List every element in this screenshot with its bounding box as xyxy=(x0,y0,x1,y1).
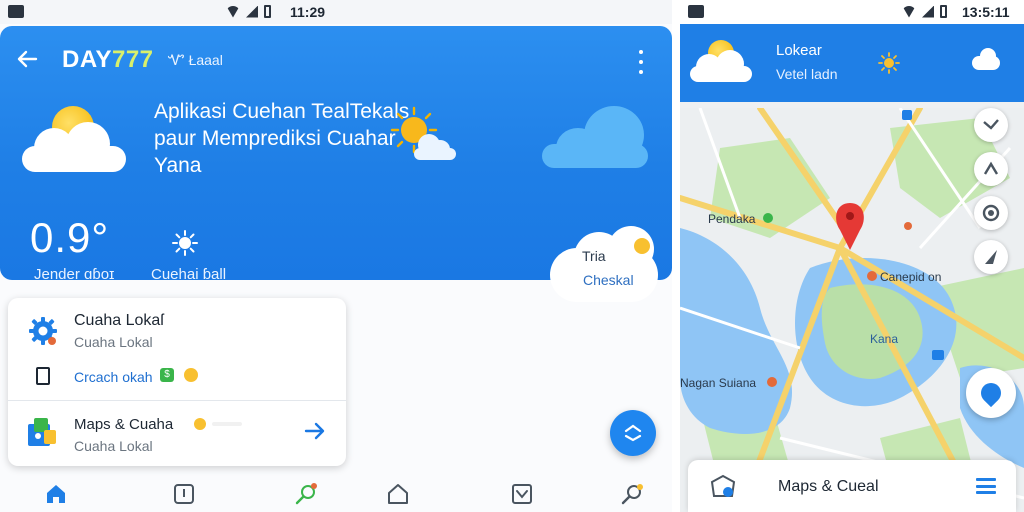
sun-icon xyxy=(634,238,650,254)
menu-icon[interactable] xyxy=(976,478,996,494)
status-time: 13:5:11 xyxy=(962,4,1010,20)
screen: 11:29 DAY777 Ꮙ Łaaal Aplikasi Cuehan Tea… xyxy=(0,0,1024,512)
map-layer-button[interactable] xyxy=(974,108,1008,142)
temperature-label: Jender ɑɓoɪ xyxy=(34,266,115,283)
bottom-navigation xyxy=(0,472,672,512)
divider xyxy=(8,400,346,401)
map-navigate-button[interactable] xyxy=(974,240,1008,274)
status-bar: 11:29 xyxy=(0,0,672,24)
status-bar: 13:5:11 xyxy=(680,0,1024,24)
swap-fab-button[interactable] xyxy=(610,410,656,456)
map-view[interactable]: Pendaka Canepid on Kana Nagan Suiana xyxy=(680,108,1024,512)
info-icon[interactable] xyxy=(172,482,196,506)
sun-icon xyxy=(172,230,198,256)
map-label-nagan: Nagan Suiana xyxy=(680,376,757,390)
tray-icon xyxy=(710,474,736,497)
wifi-icon xyxy=(226,5,240,18)
mail-icon xyxy=(688,5,704,18)
map-label-canepidon: Canepid on xyxy=(880,270,942,284)
mail-icon xyxy=(8,5,24,18)
location-title: Lokear xyxy=(776,42,822,59)
location-search-icon[interactable] xyxy=(620,482,644,506)
sun-icon xyxy=(878,52,900,74)
row-subtitle: Cuaha Lokal xyxy=(74,334,153,350)
partly-cloudy-icon xyxy=(22,106,128,172)
home-icon[interactable] xyxy=(44,482,68,506)
map-label-pendaka: Pendaka xyxy=(708,212,756,226)
status-time: 11:29 xyxy=(290,4,326,20)
temperature: 0.9° xyxy=(30,214,110,261)
weather-header: DAY777 Ꮙ Łaaal Aplikasi Cuehan TealTekal… xyxy=(0,26,672,302)
map-screen: 13:5:11 Lokear Vetel ladn Pendaka Canepi… xyxy=(680,0,1024,512)
cloud-icon xyxy=(540,106,650,168)
location-subtitle: Vetel ladn xyxy=(776,66,838,82)
map-header: Lokear Vetel ladn xyxy=(680,24,1024,102)
arrow-left-icon[interactable] xyxy=(16,48,38,77)
battery-icon xyxy=(940,5,947,18)
sun-cloud-icon xyxy=(390,106,460,162)
map-label-kana: Kana xyxy=(870,332,899,346)
battery-icon xyxy=(264,5,271,18)
cloud-icon[interactable] xyxy=(972,48,1002,70)
sun-icon xyxy=(184,368,198,382)
map-locate-button[interactable] xyxy=(974,196,1008,230)
app-subtitle: Ꮙ Łaaal xyxy=(168,52,223,68)
row-title[interactable]: Maps & Cuaha xyxy=(74,416,173,433)
download-icon[interactable] xyxy=(510,482,534,506)
more-vert-icon[interactable] xyxy=(636,50,646,74)
headline: Aplikasi Cuehan TealTekals paur Mempredi… xyxy=(154,100,410,177)
app-title: DAY777 xyxy=(62,46,154,73)
condition-label: Cuehai ɓall xyxy=(151,266,227,283)
maps-label[interactable]: Maps & Cueal xyxy=(778,478,879,496)
search-icon[interactable] xyxy=(294,482,318,506)
badge-icon: $ xyxy=(160,368,174,382)
map-share-button[interactable] xyxy=(974,152,1008,186)
weather-screen: 11:29 DAY777 Ꮙ Łaaal Aplikasi Cuehan Tea… xyxy=(0,0,672,512)
map-bottom-bar: Maps & Cueal xyxy=(688,460,1016,512)
home-outline-icon[interactable] xyxy=(386,482,410,506)
row-subtitle: Cuaha Lokal xyxy=(74,438,153,454)
wifi-icon xyxy=(902,5,916,18)
forecast-cloud-button[interactable]: Tria Cheskal xyxy=(550,226,660,304)
partly-cloudy-icon xyxy=(690,40,752,82)
local-weather-card: Cuaha Lokaſ Cuaha Lokal Crcach okah $ Ma… xyxy=(8,298,346,466)
my-location-button[interactable] xyxy=(966,368,1016,418)
signal-icon xyxy=(246,5,258,18)
bookmark-icon[interactable] xyxy=(36,367,50,385)
check-link[interactable]: Crcach okah xyxy=(74,369,153,385)
row-title[interactable]: Cuaha Lokaſ xyxy=(74,312,164,330)
map-icon xyxy=(28,418,56,446)
sun-icon xyxy=(194,418,206,430)
swap-icon xyxy=(624,424,642,442)
progress-bar xyxy=(212,422,242,426)
gear-icon[interactable] xyxy=(28,316,58,346)
signal-icon xyxy=(922,5,934,18)
arrow-right-icon[interactable] xyxy=(304,420,326,448)
